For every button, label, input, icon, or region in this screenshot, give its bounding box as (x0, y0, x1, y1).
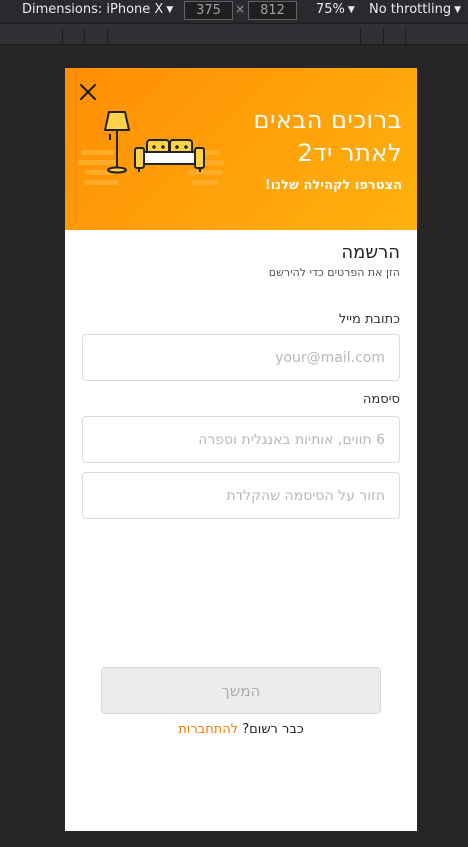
already-registered-text: כבר רשום? (242, 722, 304, 737)
ruler-tick (107, 28, 108, 44)
device-selector[interactable]: Dimensions: iPhone X ▼ (22, 2, 173, 17)
continue-button[interactable]: המשך (101, 667, 381, 714)
ruler-tick (84, 28, 85, 44)
devtools-device-toolbar: Dimensions: iPhone X ▼ 375 × 812 75% ▼ N… (0, 0, 468, 22)
chevron-down-icon: ▼ (454, 4, 461, 15)
dimension-separator: × (235, 2, 246, 16)
chevron-down-icon: ▼ (166, 4, 174, 15)
password-field[interactable] (82, 416, 400, 463)
zoom-selector[interactable]: 75% ▼ (316, 2, 355, 17)
close-icon (80, 84, 96, 100)
viewport-width-input[interactable]: 375 (184, 1, 233, 20)
form-subtitle: הזן את הפרטים כדי להירשם (268, 266, 400, 279)
welcome-title: ברוכים הבאים לאתר יד2 (253, 106, 402, 167)
ruler-tick (405, 28, 406, 44)
signup-modal: ברוכים הבאים לאתר יד2 הצטרפו לקהילה שלנו… (65, 68, 417, 831)
media-query-ruler (0, 23, 468, 45)
welcome-subtitle: הצטרפו לקהילה שלנו! (264, 178, 402, 193)
login-prompt: כבר רשום? להתחברות (65, 722, 417, 737)
email-label: כתובת מייל (338, 312, 400, 327)
zoom-label: 75% (316, 2, 345, 17)
password-label: סיסמה (362, 392, 400, 407)
close-button[interactable] (78, 82, 98, 102)
device-selector-label: Dimensions: iPhone X (22, 2, 164, 17)
login-link[interactable]: להתחברות (178, 722, 238, 737)
ruler-tick (62, 28, 63, 44)
throttling-selector[interactable]: No throttling ▼ (369, 2, 461, 17)
viewport-height-input[interactable]: 812 (248, 1, 297, 20)
welcome-banner: ברוכים הבאים לאתר יד2 הצטרפו לקהילה שלנו… (65, 68, 417, 230)
ruler-tick (383, 28, 384, 44)
ruler-tick (360, 28, 361, 44)
form-title: הרשמה (341, 242, 400, 263)
throttling-label: No throttling (369, 2, 452, 17)
chevron-down-icon: ▼ (347, 4, 355, 15)
confirm-password-field[interactable] (82, 472, 400, 519)
email-field[interactable] (82, 334, 400, 381)
signup-form: הרשמה הזן את הפרטים כדי להירשם כתובת מיי… (65, 230, 417, 831)
